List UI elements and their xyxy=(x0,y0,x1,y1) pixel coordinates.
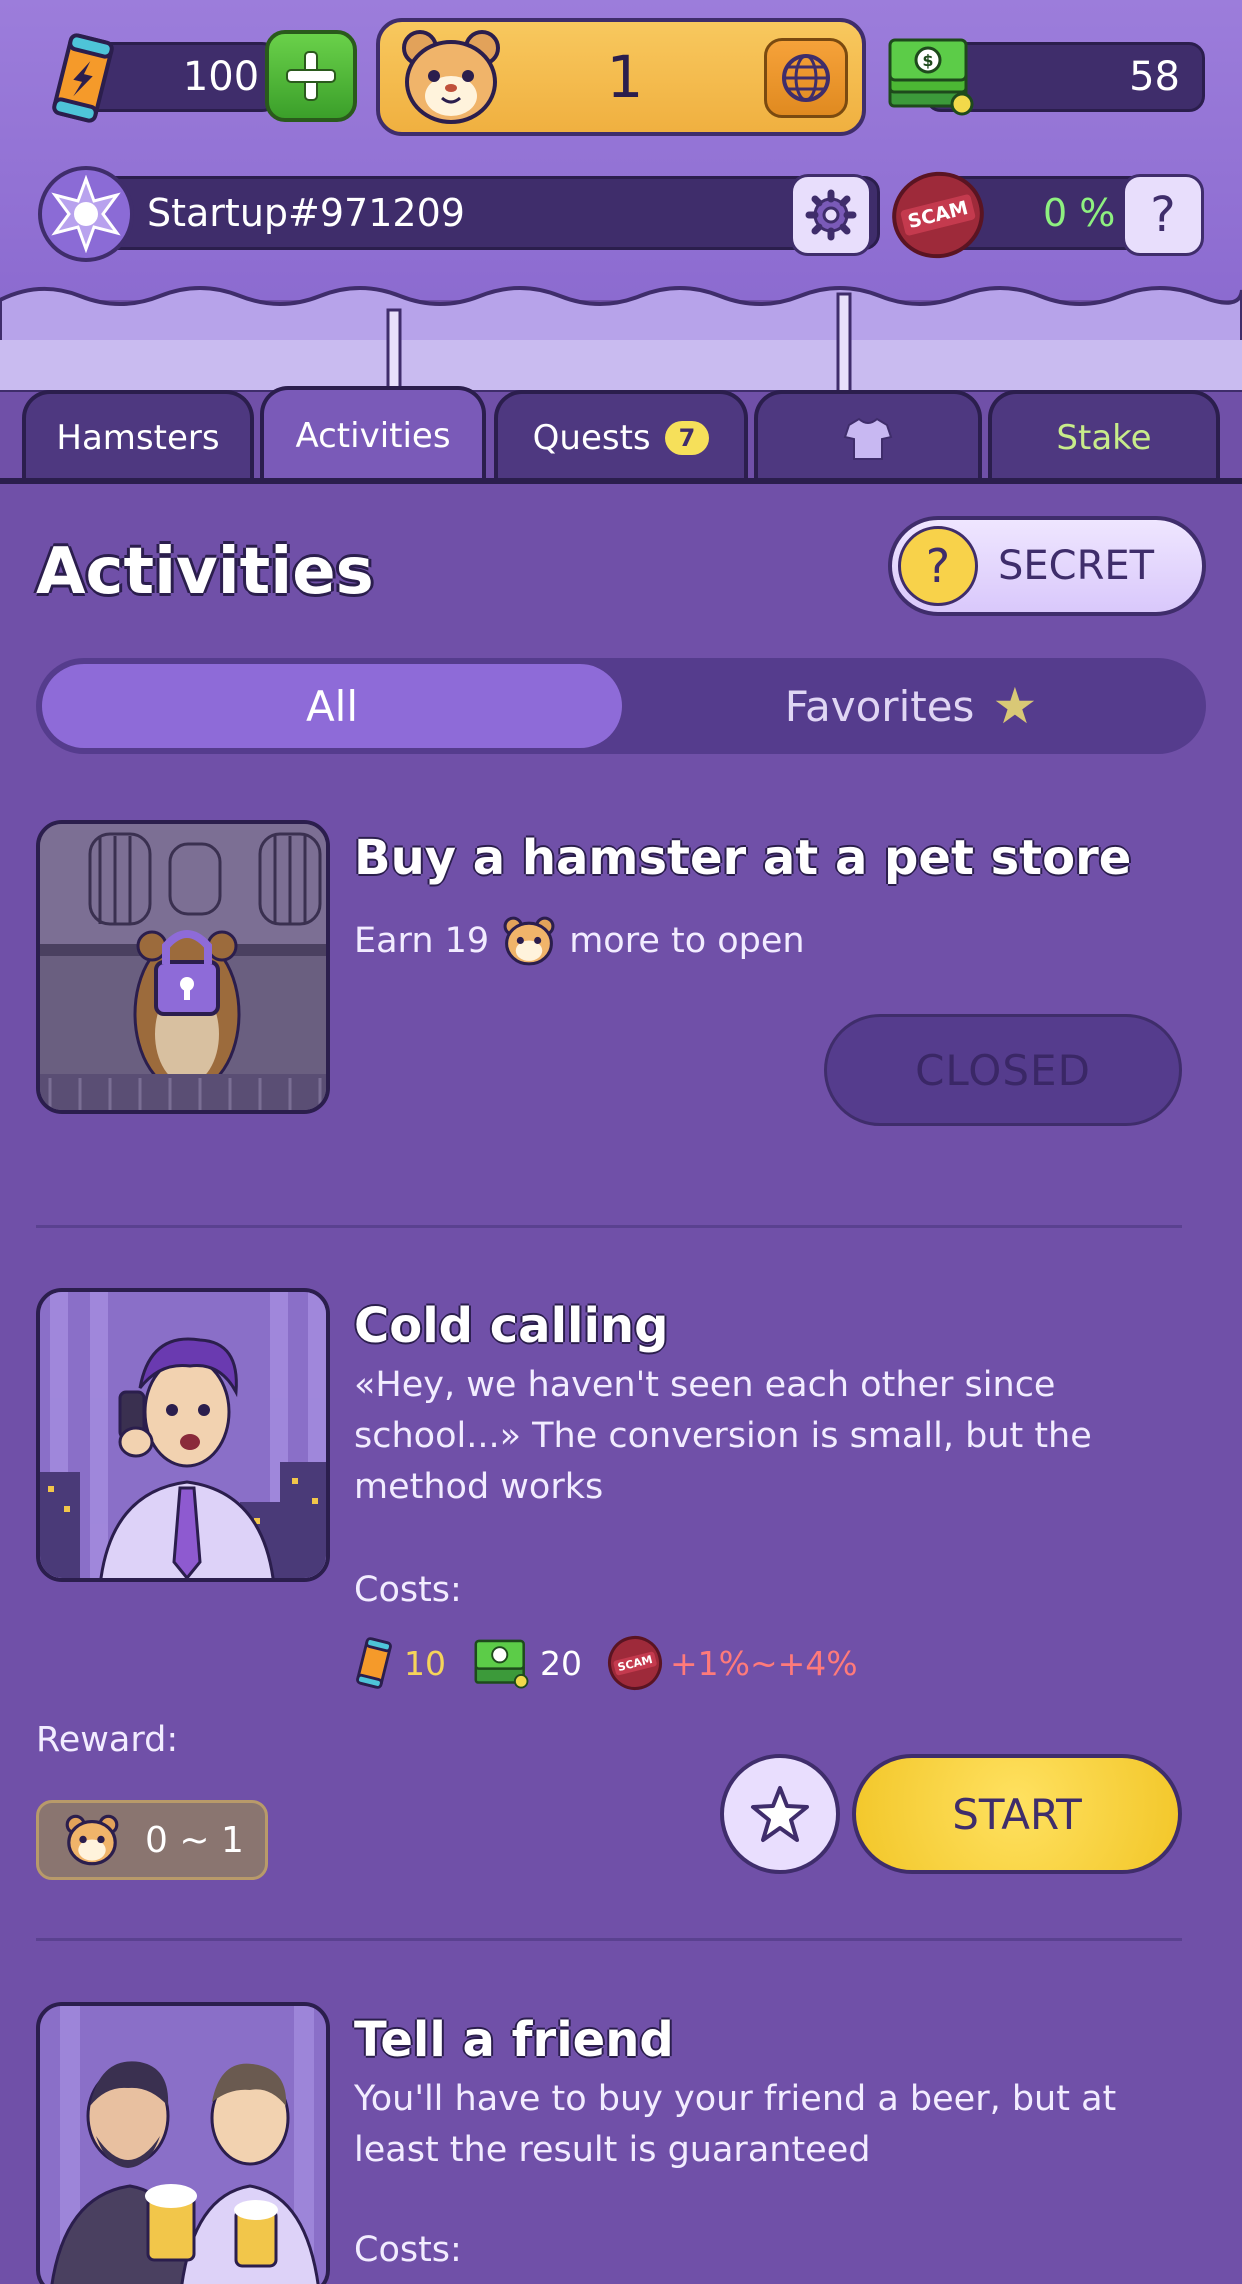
closed-button[interactable]: CLOSED xyxy=(824,1014,1182,1126)
favorite-button[interactable] xyxy=(720,1754,840,1874)
tab-quests[interactable]: Quests 7 xyxy=(494,390,748,482)
divider xyxy=(36,1938,1182,1941)
filter-favorites-button[interactable]: Favorites ★ xyxy=(626,664,1196,748)
costs-row: 10 20 SCAM +1%~+4% xyxy=(354,1630,884,1696)
activity-title: Buy a hamster at a pet store xyxy=(354,830,1132,886)
svg-text:$: $ xyxy=(922,51,933,70)
tab-activities[interactable]: Activities xyxy=(260,386,486,482)
hamster-face-icon xyxy=(65,1814,119,1866)
cash-value: 58 xyxy=(1129,54,1180,100)
tab-quests-label: Quests xyxy=(532,418,651,458)
question-icon: ? xyxy=(898,526,978,606)
reward-box: 0 ~ 1 xyxy=(36,1800,268,1880)
energy-can-icon xyxy=(52,33,114,123)
tell-a-friend-illustration xyxy=(40,2006,326,2284)
costs-label: Costs: xyxy=(354,1570,462,1610)
divider xyxy=(36,1225,1182,1228)
activity-card: Buy a hamster at a pet store Earn 19 mor… xyxy=(36,820,1182,1126)
reward-value: 0 ~ 1 xyxy=(145,1819,244,1861)
start-button[interactable]: START xyxy=(852,1754,1182,1874)
tab-stake[interactable]: Stake xyxy=(988,390,1220,482)
activity-description: «Hey, we haven't seen each other since s… xyxy=(354,1360,1154,1513)
cash-stack-icon xyxy=(474,1639,529,1689)
costs-label: Costs: xyxy=(354,2230,462,2270)
activity-title: Cold calling xyxy=(354,1298,669,1354)
description-line: school...» The conversion is small, but … xyxy=(354,1416,1092,1456)
reward-label: Reward: xyxy=(36,1720,179,1760)
settings-button[interactable] xyxy=(790,174,872,256)
startup-name-bar[interactable]: Startup#971209 xyxy=(60,176,880,250)
page-title: Activities xyxy=(36,535,374,609)
tab-bar: Hamsters Activities Quests 7 Stake xyxy=(0,386,1242,482)
gear-icon xyxy=(805,189,857,241)
tab-hamsters[interactable]: Hamsters xyxy=(22,390,254,482)
startup-emblem[interactable] xyxy=(38,166,134,262)
cold-calling-illustration xyxy=(40,1292,326,1578)
earn-prefix: Earn 19 xyxy=(354,920,490,961)
description-line: least the result is guaranteed xyxy=(354,2130,871,2170)
activity-title: Tell a friend xyxy=(354,2012,674,2068)
secret-label: SECRET xyxy=(998,543,1155,589)
description-line: You'll have to buy your friend a beer, b… xyxy=(354,2079,1117,2119)
cost-energy-value: 10 xyxy=(404,1643,446,1683)
cash-stack-icon: $ xyxy=(888,38,974,116)
activity-unlock-text: Earn 19 more to open xyxy=(354,914,1154,968)
pet-store-illustration xyxy=(40,824,326,1110)
activity-description: You'll have to buy your friend a beer, b… xyxy=(354,2074,1154,2176)
scam-badge-icon: SCAM xyxy=(602,1630,668,1696)
filter-all-label: All xyxy=(305,681,359,731)
filter-favorites-label: Favorites xyxy=(784,681,975,731)
activity-card: Tell a friend You'll have to buy your fr… xyxy=(36,2002,1182,2284)
tab-wardrobe[interactable] xyxy=(754,390,982,482)
cost-cash-value: 20 xyxy=(540,1643,582,1683)
star-icon: ★ xyxy=(992,677,1038,735)
hamster-face-icon xyxy=(503,916,555,966)
flower-icon xyxy=(51,175,121,253)
quests-count-badge: 7 xyxy=(664,421,710,455)
startup-name: Startup#971209 xyxy=(147,191,465,235)
star-icon xyxy=(751,1786,809,1842)
tab-hamsters-label: Hamsters xyxy=(56,418,220,458)
globe-icon xyxy=(782,54,830,102)
scam-badge-label: SCAM xyxy=(900,193,976,237)
tab-underline xyxy=(0,478,1242,484)
energy-can-icon xyxy=(356,1637,392,1689)
earn-suffix: more to open xyxy=(569,920,805,961)
help-button[interactable]: ? xyxy=(1122,174,1204,256)
filter-all-button[interactable]: All xyxy=(42,664,622,748)
scam-percent: 0 % xyxy=(1043,191,1116,235)
description-line: method works xyxy=(354,1467,604,1507)
activity-card: Cold calling «Hey, we haven't seen each … xyxy=(36,1288,1182,1888)
description-line: «Hey, we haven't seen each other since xyxy=(354,1365,1056,1405)
curtain-decoration xyxy=(0,286,1242,400)
pet-store-image xyxy=(36,820,330,1114)
secret-button[interactable]: ? SECRET xyxy=(888,516,1206,616)
energy-value: 100 xyxy=(182,54,260,100)
cold-calling-image xyxy=(36,1288,330,1582)
scam-badge-label: SCAM xyxy=(613,1650,657,1676)
cost-scam-value: +1%~+4% xyxy=(670,1643,858,1683)
plus-icon xyxy=(286,51,336,101)
hamster-face-icon xyxy=(402,30,500,124)
add-energy-button[interactable] xyxy=(265,30,357,122)
hamster-counter[interactable]: 1 xyxy=(376,18,866,136)
tell-a-friend-image xyxy=(36,2002,330,2284)
tab-stake-label: Stake xyxy=(1056,418,1152,458)
filter-toggle: All Favorites ★ xyxy=(36,658,1206,754)
tab-activities-label: Activities xyxy=(295,416,451,456)
shirt-icon xyxy=(843,417,893,460)
hamster-count: 1 xyxy=(606,43,644,111)
globe-button[interactable] xyxy=(764,38,848,118)
